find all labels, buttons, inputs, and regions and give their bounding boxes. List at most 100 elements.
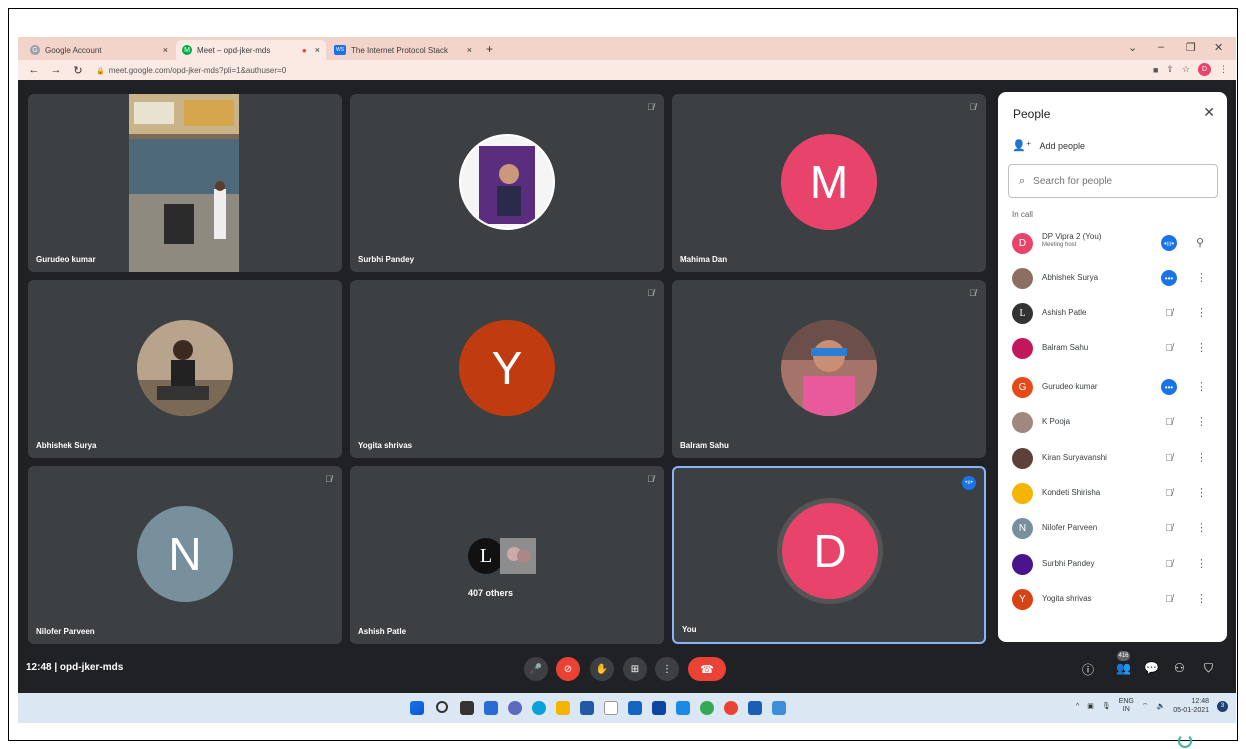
more-options-icon[interactable]: ⋮ bbox=[1196, 415, 1207, 428]
participant-name: Gurudeo kumar bbox=[36, 255, 96, 264]
store-icon[interactable] bbox=[580, 701, 594, 715]
video-tile-abhishek[interactable]: Abhishek Surya bbox=[28, 280, 342, 458]
video-tile-mahima[interactable]: 🎙̸ M Mahima Dan bbox=[672, 94, 986, 272]
more-options-icon[interactable]: ⋮ bbox=[1196, 521, 1207, 534]
participant-row[interactable]: Kondeti Shirisha 🎙̸ ⋮ bbox=[998, 477, 1227, 511]
participant-row[interactable]: N Nilofer Parveen 🎙̸ ⋮ bbox=[998, 512, 1227, 546]
more-options-icon[interactable]: ⋮ bbox=[1196, 486, 1207, 499]
search-people-field[interactable]: ⌕ bbox=[1008, 164, 1218, 198]
close-tab-icon[interactable]: × bbox=[307, 45, 320, 55]
camera-off-button[interactable]: ⊘ bbox=[556, 657, 580, 681]
app-icon[interactable] bbox=[604, 701, 618, 715]
chrome-profile-icon[interactable] bbox=[724, 701, 738, 715]
close-tab-icon[interactable]: × bbox=[155, 45, 168, 55]
task-view-icon[interactable] bbox=[460, 701, 474, 715]
microphone-button[interactable]: 🎤 bbox=[524, 657, 548, 681]
present-screen-button[interactable]: ⊞ bbox=[623, 657, 647, 681]
participant-row[interactable]: Surbhi Pandey 🎙̸ ⋮ bbox=[998, 548, 1227, 582]
tab-meet[interactable]: M Meet – opd-jker-mds ● × bbox=[176, 40, 326, 60]
participant-name: Surbhi Pandey bbox=[1042, 559, 1095, 568]
raise-hand-button[interactable]: ✋ bbox=[590, 657, 614, 681]
close-panel-icon[interactable]: ✕ bbox=[1203, 104, 1215, 121]
share-icon[interactable]: ⇪ bbox=[1166, 64, 1174, 75]
teams-chat-icon[interactable] bbox=[508, 701, 522, 715]
more-options-icon[interactable]: ⋮ bbox=[1196, 306, 1207, 319]
start-windows-icon[interactable] bbox=[410, 701, 424, 715]
volume-icon[interactable]: 🔈 bbox=[1156, 702, 1165, 710]
tab-google-account[interactable]: G Google Account × bbox=[24, 40, 174, 60]
video-tile-ashish[interactable]: 🎙̸ L 407 others Ashish Patle bbox=[350, 466, 664, 644]
tab-internet-protocol[interactable]: WS The Internet Protocol Stack × bbox=[328, 40, 478, 60]
people-icon[interactable]: 👥 bbox=[1116, 661, 1131, 675]
mic-off-icon: 🎙̸ bbox=[1165, 416, 1173, 428]
more-options-icon[interactable]: ⋮ bbox=[1196, 557, 1207, 570]
participant-row[interactable]: D DP Vipra 2 (You) Meeting host •ıı• ⚲ bbox=[998, 227, 1227, 261]
participant-row[interactable]: L Ashish Patle 🎙̸ ⋮ bbox=[998, 297, 1227, 331]
host-controls-icon[interactable]: ⛉ bbox=[1204, 661, 1213, 676]
wifi-icon[interactable]: ⌔ bbox=[1142, 702, 1149, 711]
bookmark-star-icon[interactable]: ☆ bbox=[1182, 64, 1190, 75]
video-tile-yogita[interactable]: 🎙̸ Y Yogita shrivas bbox=[350, 280, 664, 458]
system-clock[interactable]: 12:48 05-01-2021 bbox=[1173, 697, 1209, 715]
chrome-icon[interactable] bbox=[700, 701, 714, 715]
video-tile-nilofer[interactable]: 🎙̸ N Nilofer Parveen bbox=[28, 466, 342, 644]
mic-off-icon: 🎙̸ bbox=[325, 474, 332, 484]
forward-icon[interactable]: → bbox=[50, 64, 62, 76]
search-input[interactable] bbox=[1033, 175, 1204, 187]
meeting-details-icon[interactable]: ⓘ bbox=[1082, 661, 1094, 678]
close-tab-icon[interactable]: × bbox=[459, 45, 472, 55]
participant-avatar: D bbox=[782, 503, 878, 599]
others-count: 407 others bbox=[468, 588, 514, 598]
activities-icon[interactable]: ⚇ bbox=[1174, 661, 1185, 675]
file-explorer-icon[interactable] bbox=[556, 701, 570, 715]
tray-apps-icon[interactable]: ▣ bbox=[1087, 702, 1094, 710]
leave-call-button[interactable]: ☎ bbox=[688, 657, 726, 681]
participant-row[interactable]: K Pooja 🎙̸ ⋮ bbox=[998, 406, 1227, 440]
language-indicator[interactable]: ENG IN bbox=[1119, 698, 1134, 714]
mic-off-icon: 🎙̸ bbox=[647, 102, 654, 112]
mail-icon[interactable] bbox=[676, 701, 690, 715]
more-options-icon[interactable]: ⋮ bbox=[1196, 451, 1207, 464]
app-icon[interactable] bbox=[628, 701, 642, 715]
close-window-icon[interactable]: ✕ bbox=[1214, 41, 1223, 54]
add-people-button[interactable]: 👤⁺ Add people bbox=[1012, 139, 1085, 152]
video-tile-balram[interactable]: 🎙̸ Balram Sahu bbox=[672, 280, 986, 458]
camera-icon[interactable]: ■ bbox=[1153, 65, 1158, 75]
more-options-icon[interactable]: ⋮ bbox=[1196, 380, 1207, 393]
more-options-icon[interactable]: ⋮ bbox=[1196, 341, 1207, 354]
video-tile-surbhi[interactable]: 🎙̸ Surbhi Pandey bbox=[350, 94, 664, 272]
new-tab-button[interactable]: + bbox=[486, 42, 493, 56]
participant-photo bbox=[781, 320, 877, 416]
profile-avatar[interactable]: D bbox=[1198, 63, 1211, 76]
mic-tray-icon[interactable]: 🎙 bbox=[1102, 702, 1111, 710]
tray-chevron-icon[interactable]: ^ bbox=[1076, 703, 1079, 710]
browser-tab-bar: G Google Account × M Meet – opd-jker-mds… bbox=[18, 37, 1236, 60]
word-icon[interactable] bbox=[748, 701, 762, 715]
browser-menu-icon[interactable]: ⋮ bbox=[1219, 64, 1228, 75]
tab-search-chevron-icon[interactable]: ⌄ bbox=[1128, 41, 1137, 54]
dropbox-icon[interactable] bbox=[652, 701, 666, 715]
participant-row[interactable]: Y Yogita shrivas 🎙̸ ⋮ bbox=[998, 583, 1227, 617]
notification-badge[interactable]: 3 bbox=[1217, 700, 1228, 712]
search-icon[interactable] bbox=[436, 701, 448, 713]
mic-off-icon: 🎙̸ bbox=[647, 288, 654, 298]
widgets-icon[interactable] bbox=[484, 701, 498, 715]
video-tile-you[interactable]: •ıı• D You bbox=[672, 466, 986, 644]
participant-row[interactable]: Kiran Suryavanshi 🎙̸ ⋮ bbox=[998, 442, 1227, 476]
more-options-icon[interactable]: ⋮ bbox=[1196, 592, 1207, 605]
participant-row[interactable]: Balram Sahu 🎙̸ ⋮ bbox=[998, 332, 1227, 366]
more-options-button[interactable]: ⋮ bbox=[655, 657, 679, 681]
photos-icon[interactable] bbox=[772, 701, 786, 715]
back-icon[interactable]: ← bbox=[28, 64, 40, 76]
edge-icon[interactable] bbox=[532, 701, 546, 715]
minimize-icon[interactable]: – bbox=[1158, 41, 1164, 53]
chat-icon[interactable]: 💬 bbox=[1144, 661, 1159, 675]
participant-row[interactable]: G Gurudeo kumar ••• ⋮ bbox=[998, 371, 1227, 405]
url-field[interactable]: 🔒 meet.google.com/opd-jker-mds?pli=1&auth… bbox=[96, 66, 286, 75]
video-tile-gurudeo[interactable]: Gurudeo kumar bbox=[28, 94, 342, 272]
more-options-icon[interactable]: ⋮ bbox=[1196, 271, 1207, 284]
pin-icon[interactable]: ⚲ bbox=[1196, 236, 1204, 249]
maximize-icon[interactable]: ❐ bbox=[1186, 41, 1196, 54]
reload-icon[interactable]: ↻ bbox=[72, 64, 84, 77]
participant-row[interactable]: Abhishek Surya ••• ⋮ bbox=[998, 262, 1227, 296]
